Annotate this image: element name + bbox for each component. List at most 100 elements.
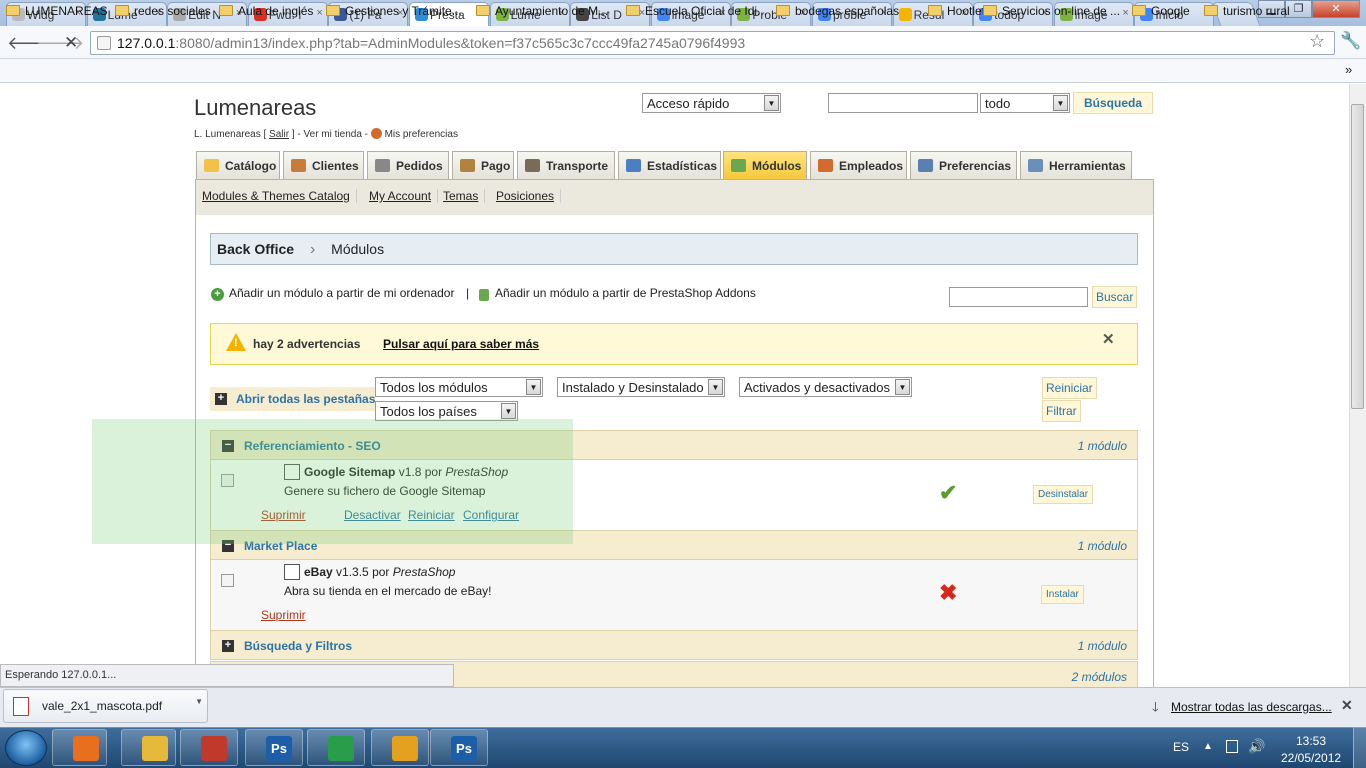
bookmark-item[interactable]: Gestiones y Trámite...: [326, 4, 462, 18]
logout-link[interactable]: Salir: [269, 129, 289, 140]
taskbar-app-button[interactable]: [52, 729, 107, 766]
view-shop-link[interactable]: Ver mi tienda: [304, 129, 362, 140]
taskbar-app-button[interactable]: Ps: [430, 729, 488, 766]
warning-details-link[interactable]: Pulsar aquí para saber más: [383, 337, 539, 351]
quick-access-value: Acceso rápido: [647, 96, 730, 111]
category-header[interactable]: + Búsqueda y Filtros 1 módulo: [210, 630, 1138, 660]
download-item[interactable]: vale_2x1_mascota.pdf ▼: [3, 689, 208, 723]
bookmark-item[interactable]: Ayuntamiento de M...: [476, 4, 608, 18]
bookmarks-overflow[interactable]: »: [1345, 62, 1352, 77]
active-filter-select[interactable]: Activados y desactivados ▼: [739, 377, 912, 397]
module-action-button[interactable]: Desinstalar: [1033, 485, 1094, 504]
show-all-downloads-link[interactable]: Mostrar todas las descargas...: [1171, 700, 1332, 714]
taskbar-app-button[interactable]: [121, 729, 176, 766]
sub-tab-link[interactable]: My Account: [369, 189, 439, 203]
breadcrumb-root[interactable]: Back Office: [217, 241, 294, 257]
bookmark-item[interactable]: Google: [1132, 4, 1190, 18]
bookmark-folder-icon: [115, 5, 129, 16]
bookmark-star-icon[interactable]: ☆: [1309, 31, 1325, 52]
delete-link[interactable]: Suprimir: [261, 608, 306, 622]
sub-tab-link[interactable]: Temas: [443, 189, 486, 203]
tab-5[interactable]: Transporte: [517, 151, 615, 180]
taskbar-app-button[interactable]: [371, 729, 429, 766]
network-icon[interactable]: [1226, 740, 1238, 753]
clock-date[interactable]: 22/05/2012: [1281, 751, 1341, 765]
tab-7[interactable]: Módulos: [723, 151, 807, 180]
tab-10[interactable]: Herramientas: [1020, 151, 1132, 180]
category-count: 1 módulo: [1077, 539, 1127, 553]
sub-tab-link[interactable]: Posiciones: [496, 189, 562, 203]
close-window-button[interactable]: ✕: [1312, 0, 1360, 18]
bookmark-item[interactable]: LUMENAREAS: [6, 4, 108, 18]
bookmark-item[interactable]: Aula de inglés: [219, 4, 313, 18]
expand-icon[interactable]: +: [222, 640, 234, 652]
tab-8[interactable]: Empleados: [810, 151, 907, 180]
bookmark-item[interactable]: bodegas españolas: [776, 4, 899, 18]
taskbar-app-button[interactable]: Ps: [245, 729, 303, 766]
header-search-button[interactable]: Búsqueda: [1073, 92, 1153, 114]
volume-icon[interactable]: 🔊: [1248, 738, 1265, 755]
tab-4[interactable]: Pago: [452, 151, 514, 180]
bookmark-item[interactable]: Servicios on-line de ...: [983, 4, 1120, 18]
module-filter-select[interactable]: Todos los módulos ▼: [375, 377, 543, 397]
bookmark-item[interactable]: Escuela Oficial de Idi...: [626, 4, 767, 18]
clock-time[interactable]: 13:53: [1296, 734, 1326, 748]
add-from-computer-link[interactable]: Añadir un módulo a partir de mi ordenado…: [229, 286, 454, 300]
app-icon: [201, 736, 227, 761]
module-name: eBay: [304, 565, 333, 579]
add-module-icon: +: [211, 288, 224, 301]
show-desktop-button[interactable]: [1353, 727, 1366, 768]
tab-close-icon[interactable]: ×: [316, 7, 322, 19]
taskbar-app-button[interactable]: [307, 729, 365, 766]
module-search-button[interactable]: Buscar: [1092, 286, 1138, 308]
taskbar-app-button[interactable]: [180, 729, 238, 766]
language-indicator[interactable]: ES: [1173, 740, 1189, 754]
bookmark-item[interactable]: turismo rural: [1204, 4, 1290, 18]
install-filter-value: Instalado y Desinstalado: [562, 380, 704, 395]
country-filter-select[interactable]: Todos los países ▼: [375, 401, 518, 421]
tab-icon: [731, 159, 746, 172]
tray-expand-icon[interactable]: ▲: [1203, 741, 1213, 752]
reset-filter-button[interactable]: Reiniciar: [1042, 377, 1097, 399]
sub-tab-link[interactable]: Modules & Themes Catalog: [202, 189, 357, 203]
close-icon[interactable]: ✕: [1102, 330, 1115, 348]
module-checkbox[interactable]: [221, 574, 234, 587]
chevron-down-icon: ▼: [526, 379, 541, 395]
breadcrumb-current: Módulos: [331, 241, 385, 257]
url-path: :8080/admin13/index.php?tab=AdminModules…: [175, 35, 746, 51]
address-bar[interactable]: 127.0.0.1:8080/admin13/index.php?tab=Adm…: [90, 31, 1335, 55]
close-downloads-icon[interactable]: ✕: [1341, 697, 1353, 714]
stop-icon[interactable]: ✕: [64, 33, 78, 53]
tab-close-icon[interactable]: ×: [1122, 7, 1128, 19]
category-count: 1 módulo: [1077, 439, 1127, 453]
bookmark-label: redes sociales: [134, 4, 211, 18]
bookmark-label: Escuela Oficial de Idi...: [645, 4, 768, 18]
bookmarks-bar: [0, 59, 1366, 83]
start-button[interactable]: [5, 730, 47, 766]
install-filter-select[interactable]: Instalado y Desinstalado ▼: [557, 377, 725, 397]
bookmark-item[interactable]: Hootlet: [928, 4, 985, 18]
search-scope-select[interactable]: todo ▼: [980, 93, 1070, 113]
bookmark-item[interactable]: redes sociales: [115, 4, 211, 18]
bookmark-folder-icon: [626, 5, 640, 16]
tab-label: Herramientas: [1049, 159, 1126, 173]
preferences-link[interactable]: Mis preferencias: [385, 129, 458, 140]
scrollbar-thumb[interactable]: [1351, 104, 1364, 409]
open-all-tabs-link[interactable]: Abrir todas las pestañas: [236, 392, 375, 406]
quick-access-select[interactable]: Acceso rápido ▼: [642, 93, 781, 113]
tab-9[interactable]: Preferencias: [910, 151, 1017, 180]
add-from-addons-link[interactable]: Añadir un módulo a partir de PrestaShop …: [495, 286, 756, 300]
module-search-input[interactable]: [949, 287, 1088, 307]
module-action-button[interactable]: Instalar: [1041, 585, 1084, 604]
chevron-down-icon[interactable]: ▼: [195, 697, 203, 706]
apply-filter-button[interactable]: Filtrar: [1042, 400, 1081, 422]
tab-2[interactable]: Clientes: [283, 151, 364, 180]
wrench-icon[interactable]: 🔧: [1340, 31, 1361, 51]
header-search-input[interactable]: [828, 93, 978, 113]
tab-label: Catálogo: [225, 159, 277, 173]
bookmark-label: Servicios on-line de ...: [1002, 4, 1121, 18]
tab-label: Preferencias: [939, 159, 1012, 173]
tab-1[interactable]: Catálogo: [196, 151, 280, 180]
tab-6[interactable]: Estadísticas: [618, 151, 721, 180]
tab-3[interactable]: Pedidos: [367, 151, 449, 180]
